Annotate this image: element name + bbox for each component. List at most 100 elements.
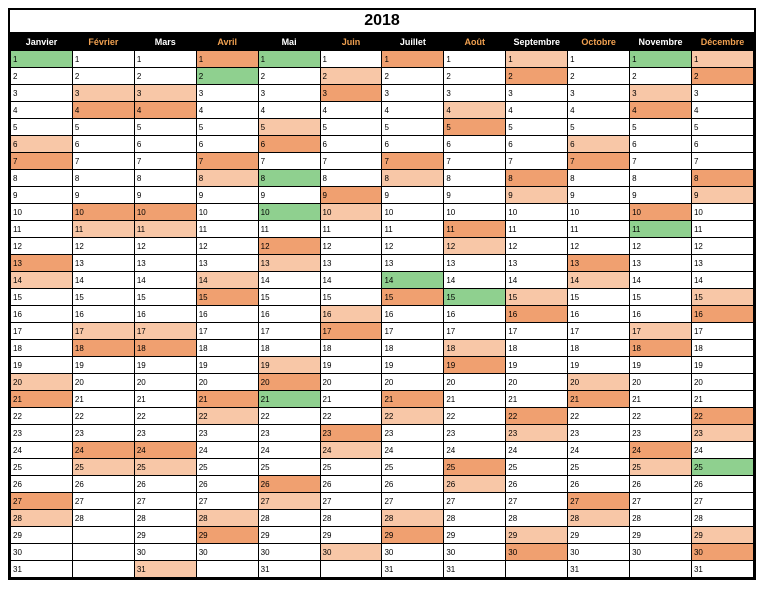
day-cell: 8 (382, 170, 444, 187)
day-cell: 19 (382, 357, 444, 374)
day-cell: 7 (630, 153, 692, 170)
calendar-row: 131313131313131313131313 (11, 255, 754, 272)
day-cell: 7 (72, 153, 134, 170)
day-cell: 18 (320, 340, 382, 357)
day-cell: 16 (691, 306, 753, 323)
day-cell: 22 (72, 408, 134, 425)
day-cell: 9 (258, 187, 320, 204)
day-cell: 20 (196, 374, 258, 391)
day-cell: 1 (11, 51, 73, 68)
day-cell: 14 (630, 272, 692, 289)
day-cell: 27 (320, 493, 382, 510)
day-cell: 16 (444, 306, 506, 323)
day-cell: 6 (630, 136, 692, 153)
day-cell: 9 (382, 187, 444, 204)
day-cell: 21 (72, 391, 134, 408)
month-header: Janvier (11, 34, 73, 51)
day-cell: 11 (630, 221, 692, 238)
day-cell: 3 (11, 85, 73, 102)
day-cell: 13 (258, 255, 320, 272)
day-cell: 7 (506, 153, 568, 170)
day-cell: 8 (258, 170, 320, 187)
day-cell: 23 (320, 425, 382, 442)
day-cell: 19 (134, 357, 196, 374)
day-cell: 18 (258, 340, 320, 357)
day-cell: 6 (506, 136, 568, 153)
day-cell: 3 (691, 85, 753, 102)
day-cell: 17 (72, 323, 134, 340)
calendar-row: 262626262626262626262626 (11, 476, 754, 493)
day-cell: 27 (382, 493, 444, 510)
day-cell: 4 (72, 102, 134, 119)
day-cell: 28 (196, 510, 258, 527)
day-cell: 8 (196, 170, 258, 187)
month-header: Novembre (630, 34, 692, 51)
day-cell: 6 (444, 136, 506, 153)
day-cell: 24 (134, 442, 196, 459)
day-cell: 24 (568, 442, 630, 459)
day-cell: 26 (134, 476, 196, 493)
day-cell: 12 (196, 238, 258, 255)
day-cell: 10 (691, 204, 753, 221)
day-cell: 10 (320, 204, 382, 221)
day-cell: 15 (444, 289, 506, 306)
day-cell: 5 (444, 119, 506, 136)
day-cell: 9 (506, 187, 568, 204)
day-cell: 15 (196, 289, 258, 306)
day-cell: 23 (568, 425, 630, 442)
day-cell: 28 (444, 510, 506, 527)
day-cell: 24 (11, 442, 73, 459)
day-cell: 2 (196, 68, 258, 85)
calendar-row: 2929292929292929292929 (11, 527, 754, 544)
month-header: Septembre (506, 34, 568, 51)
day-cell: 18 (444, 340, 506, 357)
day-cell: 22 (134, 408, 196, 425)
calendar-row: 232323232323232323232323 (11, 425, 754, 442)
day-cell: 19 (196, 357, 258, 374)
calendar-table: JanvierFévrierMarsAvrilMaiJuinJuilletAoû… (10, 33, 754, 578)
day-cell: 25 (691, 459, 753, 476)
day-cell: 16 (196, 306, 258, 323)
day-cell: 14 (568, 272, 630, 289)
day-cell: 30 (444, 544, 506, 561)
day-cell: 26 (320, 476, 382, 493)
day-cell: 30 (258, 544, 320, 561)
calendar-row: 31313131313131 (11, 561, 754, 578)
day-cell: 18 (630, 340, 692, 357)
day-cell: 19 (258, 357, 320, 374)
day-cell: 12 (568, 238, 630, 255)
day-cell: 25 (320, 459, 382, 476)
day-cell: 23 (196, 425, 258, 442)
day-cell: 14 (382, 272, 444, 289)
day-cell: 17 (506, 323, 568, 340)
day-cell: 23 (258, 425, 320, 442)
day-cell: 29 (506, 527, 568, 544)
day-cell: 4 (382, 102, 444, 119)
day-cell: 21 (630, 391, 692, 408)
day-cell: 21 (506, 391, 568, 408)
day-cell: 4 (11, 102, 73, 119)
day-cell: 26 (444, 476, 506, 493)
day-cell: 2 (72, 68, 134, 85)
day-cell: 1 (72, 51, 134, 68)
day-cell: 28 (320, 510, 382, 527)
calendar-container: 2018 JanvierFévrierMarsAvrilMaiJuinJuill… (8, 8, 756, 580)
day-cell: 1 (258, 51, 320, 68)
day-cell: 18 (568, 340, 630, 357)
calendar-row: 888888888888 (11, 170, 754, 187)
day-cell: 18 (11, 340, 73, 357)
day-cell: 3 (134, 85, 196, 102)
day-cell: 10 (258, 204, 320, 221)
day-cell: 2 (11, 68, 73, 85)
day-cell: 22 (630, 408, 692, 425)
calendar-row: 101010101010101010101010 (11, 204, 754, 221)
day-cell: 25 (506, 459, 568, 476)
day-cell: 2 (134, 68, 196, 85)
day-cell: 27 (196, 493, 258, 510)
day-cell: 28 (630, 510, 692, 527)
day-cell: 23 (691, 425, 753, 442)
day-cell: 18 (382, 340, 444, 357)
month-header: Octobre (568, 34, 630, 51)
day-cell: 19 (630, 357, 692, 374)
day-cell: 31 (258, 561, 320, 578)
